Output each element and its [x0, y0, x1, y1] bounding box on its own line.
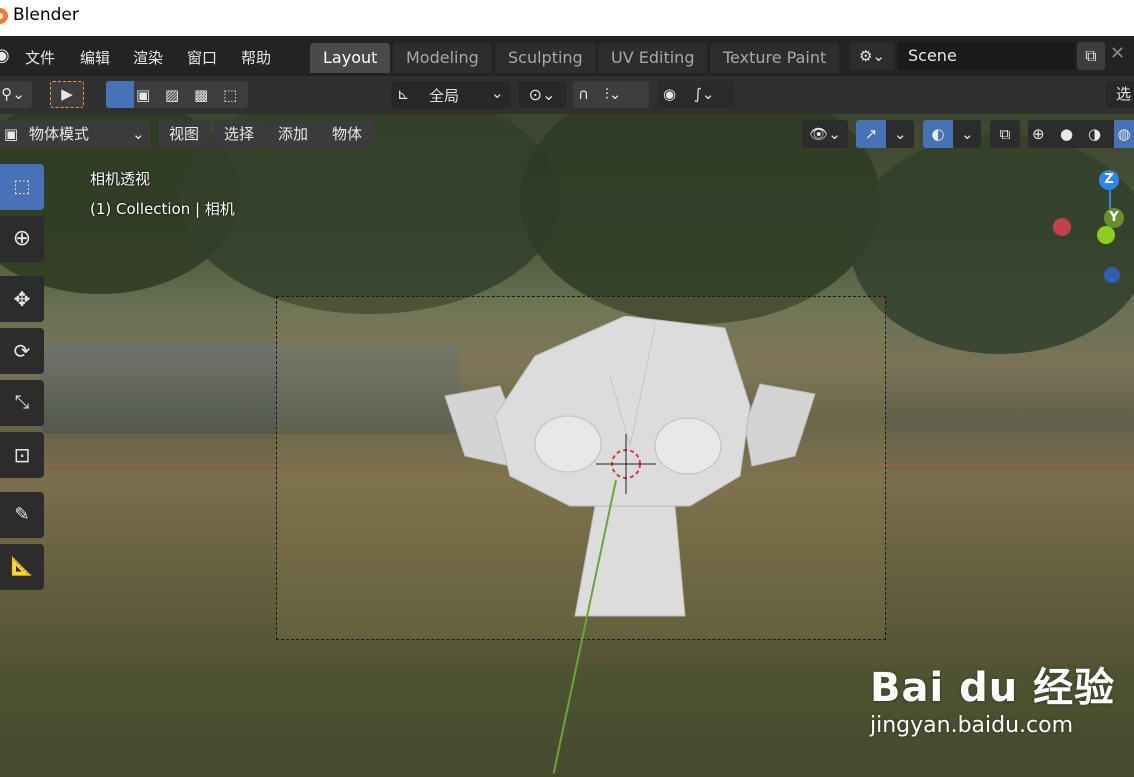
overlay-toggle: ◐ ⌄ [923, 120, 981, 148]
watermark-url: jingyan.baidu.com [870, 713, 1074, 738]
menu-add[interactable]: 添加 [268, 120, 318, 148]
shading-mode-group: ⊕ ● ◑ ◍ [1028, 120, 1134, 148]
tab-texture-paint[interactable]: Texture Paint [710, 43, 840, 73]
tab-modeling[interactable]: Modeling [393, 43, 492, 73]
3d-cursor-icon[interactable] [596, 434, 656, 494]
menu-window[interactable]: 窗口 [187, 47, 217, 68]
select-new-icon[interactable] [106, 81, 134, 108]
window-title: Blender [13, 5, 79, 25]
pivot-point-icon[interactable]: ⊙⌄ [518, 81, 566, 108]
menu-render[interactable]: 渲染 [133, 47, 163, 68]
mode-label: 物体模式 [28, 125, 89, 143]
overlay-icon[interactable]: ◐ [923, 120, 953, 148]
gizmo-z-axis[interactable]: Z [1099, 170, 1119, 190]
orientation-axes-icon: ⊾ [397, 85, 410, 103]
transform-orientation-dropdown[interactable]: ⊾ 全局 ⌄ [391, 81, 511, 109]
tab-layout[interactable]: Layout [310, 43, 391, 73]
tab-sculpting[interactable]: Sculpting [495, 43, 596, 73]
chevron-down-icon[interactable]: ⌄ [894, 120, 907, 148]
new-scene-icon[interactable]: ⧉ [1077, 42, 1105, 70]
gizmo-x-dot[interactable] [1053, 218, 1071, 236]
watermark-brand: Bai du 经验 [870, 665, 1116, 711]
gizmo-neg-z-dot[interactable] [1104, 267, 1120, 283]
visibility-eye-icon[interactable]: 👁⌄ [802, 120, 848, 148]
selection-mode-group: ▣ ▨ ▩ ⬚ [106, 81, 248, 108]
proportional-edit-icon[interactable]: ◉ [663, 81, 676, 108]
scene-selector-icon[interactable]: ⚙⌄ [850, 42, 894, 70]
menu-help[interactable]: 帮助 [241, 47, 271, 68]
measure-tool-icon[interactable]: 📐 [0, 544, 44, 590]
gizmo-icon[interactable]: ↗ [856, 120, 886, 148]
gizmo-y-dot[interactable] [1097, 226, 1115, 244]
select-intersect-icon[interactable]: ⬚ [223, 86, 237, 104]
brush-options-icon[interactable]: ⚲⌄ [0, 81, 32, 108]
baidu-watermark: Bai du 经验 jingyan.baidu.com [870, 655, 1115, 738]
scene-name-field[interactable]: Scene [897, 42, 1075, 70]
select-extend-icon[interactable]: ▣ [136, 86, 150, 104]
gizmo-toggle: ↗ ⌄ [856, 120, 914, 148]
snap-increment-icon[interactable]: ⫶⌄ [605, 81, 621, 108]
object-mode-icon: ▣ [4, 125, 19, 143]
select-box-tool-icon[interactable]: ⬚ [0, 164, 44, 210]
tab-uv-editing[interactable]: UV Editing [598, 43, 708, 73]
rotate-tool-icon[interactable]: ⟳ [0, 328, 44, 374]
select-invert-icon[interactable]: ▩ [194, 86, 208, 104]
tool-shelf: ⬚ ⊕ ✥ ⟳ ⤡ ⊡ ✎ 📐 [0, 164, 46, 594]
background-tree [850, 134, 1134, 354]
proportional-edit-group: ◉ ∫⌄ [658, 81, 734, 108]
menu-file[interactable]: 文件 [25, 47, 55, 68]
select-tool-icon[interactable]: ▶ [50, 81, 84, 108]
menu-object[interactable]: 物体 [321, 120, 373, 148]
transform-tool-icon[interactable]: ⊡ [0, 432, 44, 478]
wireframe-shading-icon[interactable]: ⊕ [1032, 120, 1045, 148]
snap-group: ∩ ⫶⌄ [573, 81, 649, 108]
material-shading-icon[interactable]: ◑ [1088, 120, 1101, 148]
select-subtract-icon[interactable]: ▨ [165, 86, 179, 104]
tool-settings-bar: ⚲⌄ ▶ ▣ ▨ ▩ ⬚ ⊾ 全局 ⌄ ⊙⌄ ∩ ⫶⌄ ◉ ∫⌄ 选 [0, 76, 1134, 114]
delete-scene-icon[interactable]: ✕ [1110, 43, 1125, 64]
top-menubar: ◉ 文件 编辑 渲染 窗口 帮助 Layout Modeling Sculpti… [0, 36, 1134, 76]
falloff-curve-icon[interactable]: ∫⌄ [694, 81, 714, 108]
annotate-tool-icon[interactable]: ✎ [0, 492, 44, 538]
gizmo-y-axis[interactable]: Y [1104, 208, 1124, 228]
chevron-down-icon: ⌄ [132, 125, 145, 143]
orientation-label: 全局 [429, 87, 460, 105]
blender-logo-icon [0, 8, 8, 24]
view-name-label: 相机透视 [90, 170, 151, 188]
snap-magnet-icon[interactable]: ∩ [578, 81, 589, 108]
window-titlebar: Blender [0, 0, 1134, 36]
collection-info-label: (1) Collection | 相机 [90, 200, 235, 218]
menu-view[interactable]: 视图 [158, 120, 210, 148]
blender-menu-icon[interactable]: ◉ [0, 45, 10, 66]
menu-select[interactable]: 选择 [213, 120, 265, 148]
select-options-button[interactable]: 选 [1106, 81, 1134, 108]
menu-edit[interactable]: 编辑 [80, 47, 110, 68]
solid-shading-icon[interactable]: ● [1060, 120, 1073, 148]
scale-tool-icon[interactable]: ⤡ [0, 380, 44, 426]
cursor-tool-icon[interactable]: ⊕ [0, 216, 44, 262]
scene-name: Scene [908, 46, 957, 65]
xray-toggle-icon[interactable]: ⧉ [990, 120, 1020, 148]
move-tool-icon[interactable]: ✥ [0, 276, 44, 322]
chevron-down-icon[interactable]: ⌄ [961, 120, 974, 148]
rendered-shading-icon[interactable]: ◍ [1114, 120, 1134, 148]
chevron-down-icon: ⌄ [491, 84, 504, 102]
mode-dropdown[interactable]: ▣ 物体模式 ⌄ [0, 120, 150, 148]
